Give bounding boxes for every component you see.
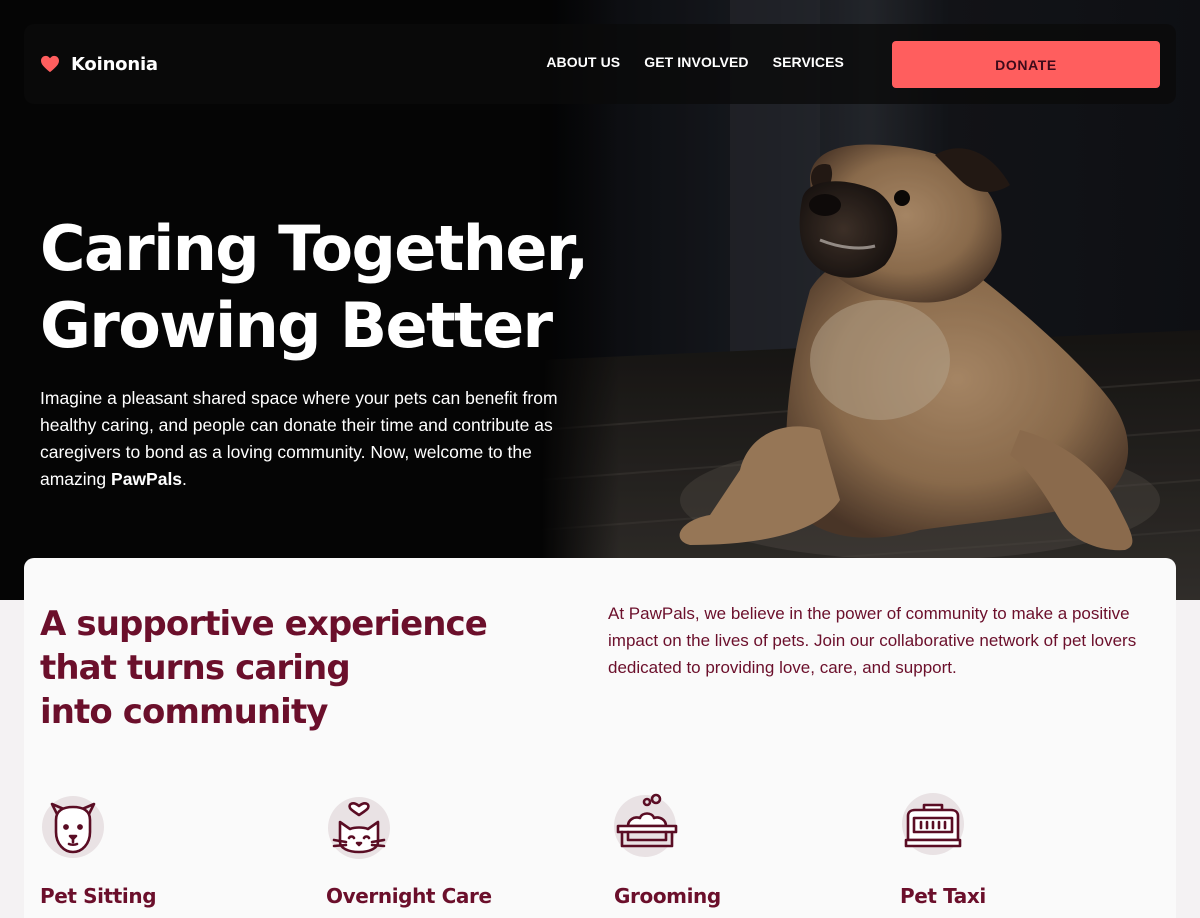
about-section: A supportive experience that turns carin… xyxy=(24,558,1176,918)
donate-button[interactable]: DONATE xyxy=(892,41,1160,88)
nav-link-services[interactable]: SERVICES xyxy=(773,54,844,70)
pet-bath-icon xyxy=(614,792,684,862)
service-name: Pet Sitting xyxy=(40,884,157,908)
section-description: At PawPals, we believe in the power of c… xyxy=(608,604,1137,677)
hero-title: Caring Together, Growing Better xyxy=(40,210,600,364)
cat-heart-icon xyxy=(326,792,396,862)
dog-face-icon xyxy=(40,792,110,862)
top-navbar: Koinonia ABOUT US GET INVOLVED SERVICES … xyxy=(24,24,1176,104)
service-name: Grooming xyxy=(614,884,721,908)
section-title-line-3: into community xyxy=(40,692,328,732)
nav-link-about-us[interactable]: ABOUT US xyxy=(546,54,620,70)
section-title: A supportive experience that turns carin… xyxy=(40,602,510,734)
heart-icon xyxy=(41,55,59,73)
service-overnight-care[interactable]: Overnight Care xyxy=(326,792,586,908)
service-grooming[interactable]: Grooming xyxy=(614,792,874,908)
service-pet-sitting[interactable]: Pet Sitting xyxy=(40,792,300,908)
pet-carrier-icon xyxy=(900,792,970,862)
hero-title-line-2: Growing Better xyxy=(40,289,553,362)
nav-link-get-involved[interactable]: GET INVOLVED xyxy=(644,54,748,70)
hero-title-line-1: Caring Together, xyxy=(40,212,589,285)
section-title-line-2: that turns caring xyxy=(40,648,351,688)
brand-logo[interactable]: Koinonia xyxy=(40,50,158,78)
service-pet-taxi[interactable]: Pet Taxi xyxy=(900,792,1160,908)
brand-name: Koinonia xyxy=(71,53,158,75)
service-name: Pet Taxi xyxy=(900,884,986,908)
hero-section: Koinonia ABOUT US GET INVOLVED SERVICES … xyxy=(0,0,1200,600)
hero-text-end: . xyxy=(182,469,187,489)
section-title-line-1: A supportive experience xyxy=(40,604,488,644)
hero-text-brand: PawPals xyxy=(111,469,183,489)
hero-description: Imagine a pleasant shared space where yo… xyxy=(40,385,580,493)
nav-links: ABOUT US GET INVOLVED SERVICES xyxy=(546,54,844,70)
service-name: Overnight Care xyxy=(326,884,492,908)
